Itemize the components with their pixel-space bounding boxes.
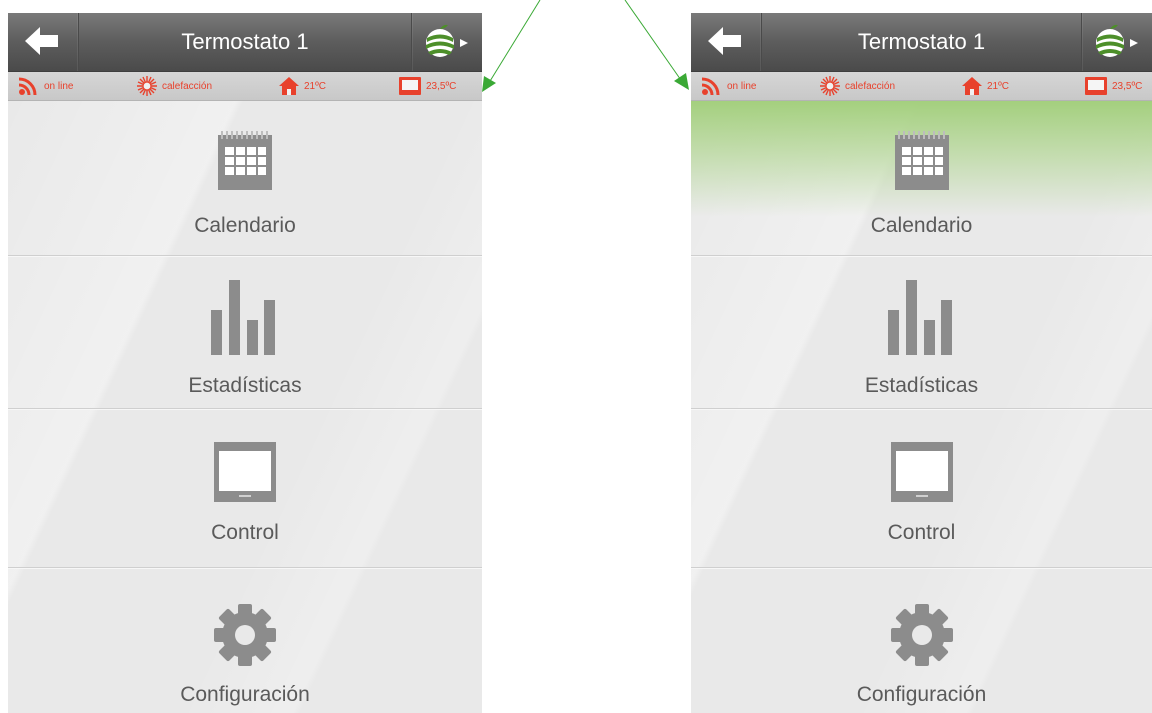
back-button[interactable] xyxy=(691,13,762,71)
wifi-signal-icon xyxy=(701,77,720,96)
menu-label-calendar: Calendario xyxy=(194,214,296,237)
arrow-head-left xyxy=(482,76,496,92)
thermostat-device-icon xyxy=(1085,77,1107,95)
menu-label-calendar: Calendario xyxy=(870,214,973,237)
status-home-temp: 21ºC xyxy=(961,72,1009,100)
heating-sun-icon xyxy=(137,76,157,96)
menu-label-control: Control xyxy=(887,521,956,544)
menu-label-control: Control xyxy=(211,521,279,544)
status-connection: on line xyxy=(18,72,73,100)
control-device-icon xyxy=(890,442,953,502)
heating-sun-icon xyxy=(820,76,840,96)
menu-item-calendar[interactable]: Calendario xyxy=(691,101,1152,256)
calendar-icon xyxy=(894,131,949,190)
mode-status-text: calefacción xyxy=(845,80,896,92)
status-home-temp: 21ºC xyxy=(278,72,326,100)
back-arrow-icon xyxy=(25,27,58,55)
arrow-head-right xyxy=(674,73,689,90)
main-menu: Calendario Estadísticas Control Configur… xyxy=(8,101,482,713)
device-temp-text: 23,5ºC xyxy=(1112,80,1143,92)
status-bar: on line calefacción 21ºC 23,5ºC xyxy=(8,72,482,101)
menu-item-config[interactable]: Configuración xyxy=(8,568,482,713)
app-header: Termostato 1 xyxy=(691,13,1152,72)
menu-item-control[interactable]: Control xyxy=(8,409,482,568)
home-icon xyxy=(962,77,982,95)
momit-logo-button[interactable] xyxy=(411,13,482,71)
menu-item-control[interactable]: Control xyxy=(691,409,1152,568)
status-device-temp: 23,5ºC xyxy=(1084,72,1142,100)
menu-item-calendar[interactable]: Calendario xyxy=(8,101,482,256)
menu-label-config: Configuración xyxy=(856,683,987,706)
status-mode: calefacción xyxy=(819,72,895,100)
phone-screen-highlighted: Termostato 1 on line calefacción 21ºC 23… xyxy=(691,13,1152,713)
home-icon xyxy=(279,77,299,95)
menu-label-statistics: Estadísticas xyxy=(864,374,979,397)
status-mode: calefacción xyxy=(136,72,212,100)
thermostat-device-icon xyxy=(399,77,421,95)
menu-item-statistics[interactable]: Estadísticas xyxy=(8,256,482,409)
main-menu: Calendario Estadísticas Control Configur… xyxy=(691,101,1152,713)
back-button[interactable] xyxy=(8,13,79,71)
arrow-line-left xyxy=(486,0,541,87)
connection-status-text: on line xyxy=(727,80,757,92)
phone-screen-default: Termostato 1 on line calefacción 21ºC 23… xyxy=(8,13,482,713)
momit-logo-button[interactable] xyxy=(1081,13,1152,71)
back-arrow-icon xyxy=(708,27,741,55)
app-header: Termostato 1 xyxy=(8,13,482,72)
momit-logo-icon xyxy=(1096,24,1138,57)
control-device-icon xyxy=(214,442,276,502)
gear-icon xyxy=(214,604,276,666)
page-title: Termostato 1 xyxy=(181,29,309,54)
bar-chart-icon xyxy=(211,280,275,355)
wifi-signal-icon xyxy=(18,77,37,96)
status-device-temp: 23,5ºC xyxy=(398,72,456,100)
status-connection: on line xyxy=(701,72,756,100)
connection-status-text: on line xyxy=(44,80,74,92)
bar-chart-icon xyxy=(887,280,952,355)
momit-logo-icon xyxy=(426,24,468,57)
menu-label-config: Configuración xyxy=(180,683,310,706)
device-temp-text: 23,5ºC xyxy=(426,80,457,92)
status-bar: on line calefacción 21ºC 23,5ºC xyxy=(691,72,1152,101)
menu-label-statistics: Estadísticas xyxy=(188,374,302,397)
mode-status-text: calefacción xyxy=(162,80,213,92)
calendar-icon xyxy=(218,131,272,190)
menu-item-config[interactable]: Configuración xyxy=(691,568,1152,713)
arrow-line-right xyxy=(624,0,684,84)
gear-icon xyxy=(890,604,953,666)
home-temp-text: 21ºC xyxy=(304,80,326,92)
page-title: Termostato 1 xyxy=(857,29,986,54)
home-temp-text: 21ºC xyxy=(987,80,1009,92)
menu-item-statistics[interactable]: Estadísticas xyxy=(691,256,1152,409)
